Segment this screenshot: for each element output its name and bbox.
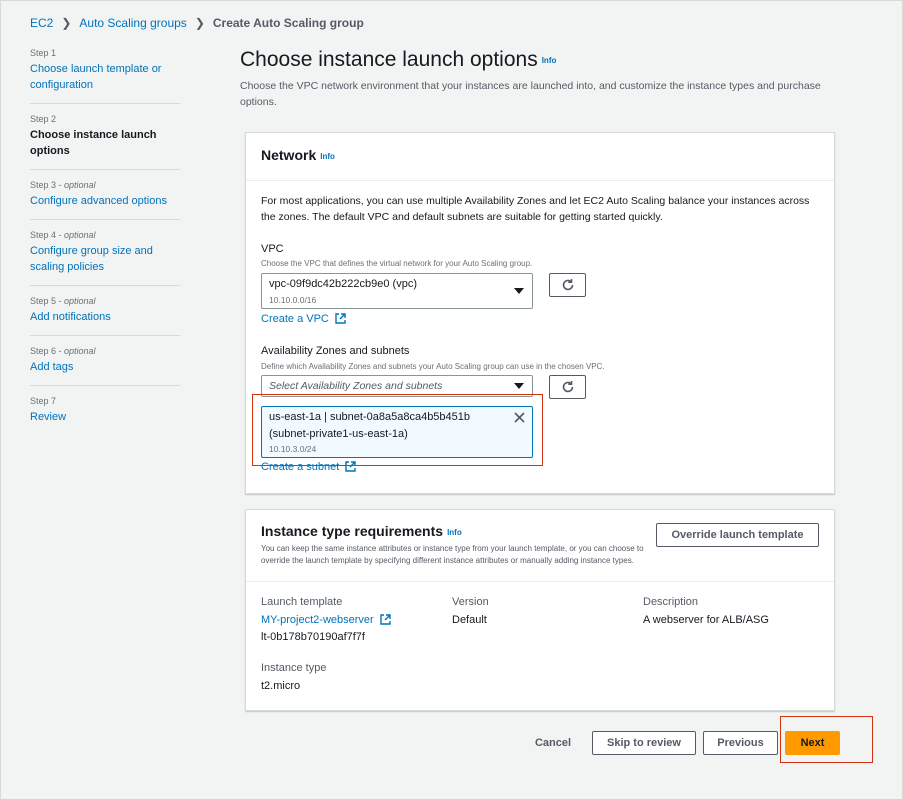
chevron-right-icon: ❯	[61, 16, 72, 30]
launch-template-name[interactable]: MY-project2-webserver	[261, 614, 374, 626]
step-label: Step 4 - optional	[30, 230, 96, 240]
breadcrumb-ec2[interactable]: EC2	[30, 16, 53, 30]
highlight-box-subnet	[252, 394, 543, 466]
version-value: Default	[452, 614, 487, 626]
info-link[interactable]: Info	[320, 152, 335, 161]
breadcrumb-current: Create Auto Scaling group	[212, 16, 364, 30]
step-label: Step 6 - optional	[30, 346, 96, 356]
step-link-configure-advanced-options[interactable]: Configure advanced options	[30, 193, 180, 209]
wizard-step-3: Step 3 - optional Configure advanced opt…	[30, 180, 180, 220]
skip-to-review-button[interactable]: Skip to review	[592, 731, 696, 755]
step-link-add-notifications[interactable]: Add notifications	[30, 309, 180, 325]
vpc-label: VPC	[261, 243, 284, 255]
wizard-step-4: Step 4 - optional Configure group size a…	[30, 230, 180, 286]
create-vpc-link[interactable]: Create a VPC	[261, 313, 346, 325]
vpc-cidr: 10.10.0.0/16	[269, 295, 317, 305]
step-label: Step 7	[30, 396, 57, 406]
step-label: Step 2	[30, 114, 57, 124]
description-value: A webserver for ALB/ASG	[643, 614, 769, 626]
network-title: Network	[261, 147, 317, 163]
step-link-add-tags[interactable]: Add tags	[30, 359, 180, 375]
vpc-refresh-button[interactable]	[549, 273, 586, 297]
step-current-choose-instance-launch-options: Choose instance launch options	[30, 129, 157, 157]
version-label: Version	[452, 596, 489, 608]
instance-type-description: You can keep the same instance attribute…	[261, 544, 644, 565]
vpc-description: Choose the VPC that defines the virtual …	[261, 259, 533, 268]
wizard-step-6: Step 6 - optional Add tags	[30, 346, 180, 386]
step-label: Step 3 - optional	[30, 180, 96, 190]
wizard-step-1: Step 1 Choose launch template or configu…	[30, 48, 180, 104]
wizard-step-7: Step 7 Review	[30, 396, 180, 435]
override-launch-template-button[interactable]: Override launch template	[656, 523, 819, 547]
vpc-select[interactable]: vpc-09f9dc42b222cb9e0 (vpc) 10.10.0.0/16	[261, 273, 533, 309]
az-label: Availability Zones and subnets	[261, 345, 410, 357]
info-link[interactable]: Info	[542, 56, 557, 65]
caret-down-icon	[514, 383, 524, 389]
instance-type-label: Instance type	[261, 662, 327, 674]
instance-type-title: Instance type requirements	[261, 523, 444, 539]
breadcrumb: EC2 ❯ Auto Scaling groups ❯ Create Auto …	[30, 16, 364, 30]
breadcrumb-auto-scaling-groups[interactable]: Auto Scaling groups	[79, 16, 186, 30]
description-label: Description	[643, 596, 699, 608]
instance-type-value: t2.micro	[261, 680, 301, 692]
page-title: Choose instance launch options Info	[240, 48, 556, 72]
az-refresh-button[interactable]	[549, 375, 586, 399]
chevron-right-icon: ❯	[194, 16, 205, 30]
page-title-text: Choose instance launch options	[240, 48, 538, 71]
external-link-icon	[335, 313, 346, 324]
create-vpc-text[interactable]: Create a VPC	[261, 313, 329, 325]
highlight-box-next	[780, 716, 873, 763]
az-description: Define which Availability Zones and subn…	[261, 362, 605, 371]
previous-button[interactable]: Previous	[703, 731, 778, 755]
launch-template-id: lt-0b178b70190af7f7f	[261, 631, 365, 643]
step-link-configure-group-size[interactable]: Configure group size and scaling policie…	[30, 243, 180, 275]
vpc-value: vpc-09f9dc42b222cb9e0 (vpc)	[269, 278, 417, 290]
launch-template-label: Launch template	[261, 596, 343, 608]
refresh-icon	[562, 381, 573, 393]
info-link[interactable]: Info	[447, 528, 462, 537]
instance-type-title-row: Instance type requirements Info	[261, 523, 462, 539]
network-header: Network Info	[246, 133, 834, 181]
network-intro: For most applications, you can use multi…	[261, 195, 810, 223]
external-link-icon	[380, 614, 391, 625]
wizard-steps-nav: Step 1 Choose launch template or configu…	[30, 48, 180, 445]
wizard-step-2: Step 2 Choose instance launch options	[30, 114, 180, 170]
instance-type-header: Instance type requirements Info You can k…	[246, 510, 834, 582]
refresh-icon	[562, 279, 573, 291]
instance-type-panel: Instance type requirements Info You can k…	[245, 509, 835, 711]
step-link-review[interactable]: Review	[30, 409, 180, 425]
caret-down-icon	[514, 288, 524, 294]
launch-template-link[interactable]: MY-project2-webserver	[261, 614, 391, 626]
az-placeholder: Select Availability Zones and subnets	[269, 380, 443, 392]
cancel-button[interactable]: Cancel	[528, 731, 578, 755]
step-label: Step 1	[30, 48, 57, 58]
wizard-step-5: Step 5 - optional Add notifications	[30, 296, 180, 336]
page-description: Choose the VPC network environment that …	[240, 80, 821, 108]
step-label: Step 5 - optional	[30, 296, 96, 306]
step-link-choose-launch-template[interactable]: Choose launch template or configuration	[30, 61, 180, 93]
